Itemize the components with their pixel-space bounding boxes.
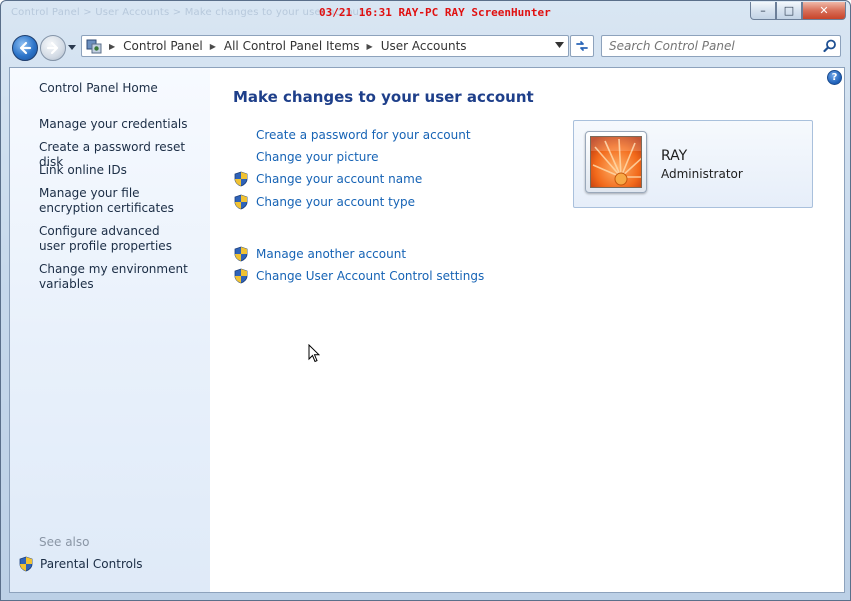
account-name: RAY: [661, 148, 688, 164]
help-button[interactable]: ?: [827, 70, 842, 85]
sidebar: Control Panel Home Manage your credentia…: [10, 68, 210, 592]
task-link-label[interactable]: Change your picture: [256, 150, 378, 164]
cursor-icon: [308, 344, 320, 363]
search-input[interactable]: [602, 36, 818, 56]
breadcrumb-separator-icon[interactable]: ▶: [210, 42, 216, 51]
window-frame: Control Panel > User Accounts > Make cha…: [0, 0, 851, 601]
sidebar-item-profile-properties[interactable]: Configure advanced user profile properti…: [39, 224, 189, 254]
back-arrow-icon: [19, 41, 32, 55]
sidebar-item-link-online-ids[interactable]: Link online IDs: [39, 163, 127, 178]
chevron-down-icon: [68, 45, 76, 50]
flower-picture-icon: [591, 137, 641, 187]
task-link-label[interactable]: Change your account type: [256, 195, 415, 209]
sidebar-item-manage-credentials[interactable]: Manage your credentials: [39, 117, 188, 132]
help-icon: ?: [831, 72, 838, 83]
task-uac-settings[interactable]: Change User Account Control settings: [232, 267, 484, 285]
forward-button[interactable]: [40, 35, 66, 61]
account-card: RAY Administrator: [573, 120, 813, 208]
task-link-label[interactable]: Manage another account: [256, 247, 406, 261]
uac-shield-icon: [234, 171, 248, 187]
recent-pages-dropdown[interactable]: [67, 43, 77, 53]
breadcrumb-separator-icon: ▶: [109, 41, 116, 51]
uac-shield-icon: [234, 194, 248, 210]
task-change-picture[interactable]: Change your picture: [232, 148, 378, 166]
refresh-button[interactable]: [570, 35, 594, 57]
close-button[interactable]: ✕: [802, 2, 846, 20]
screenhunter-overlay: 03/21 16:31 RAY-PC RAY ScreenHunter: [319, 6, 551, 19]
client-area: Control Panel Home Manage your credentia…: [9, 67, 845, 593]
maximize-button[interactable]: □: [776, 2, 802, 20]
task-link-label[interactable]: Create a password for your account: [256, 128, 471, 142]
forward-arrow-icon: [46, 41, 59, 55]
breadcrumb-user-accounts[interactable]: User Accounts: [381, 39, 467, 53]
navigation-bar: ▶ Control Panel ▶ All Control Panel Item…: [1, 31, 851, 63]
avatar[interactable]: [585, 131, 647, 193]
minimize-icon: –: [760, 4, 766, 17]
account-type: Administrator: [661, 167, 743, 181]
address-dropdown-icon[interactable]: [555, 42, 564, 49]
account-picture: [590, 136, 642, 188]
uac-shield-icon: [234, 268, 248, 284]
uac-shield-icon: [234, 246, 248, 262]
task-change-account-type[interactable]: Change your account type: [232, 193, 415, 211]
page-title: Make changes to your user account: [233, 88, 534, 106]
sidebar-item-parental-controls[interactable]: Parental Controls: [18, 556, 143, 572]
minimize-button[interactable]: –: [750, 2, 776, 20]
uac-shield-icon: [19, 556, 33, 572]
breadcrumb-all-items[interactable]: All Control Panel Items: [224, 39, 360, 53]
caption-buttons: – □ ✕: [750, 2, 846, 20]
back-button[interactable]: [12, 35, 38, 61]
title-bar[interactable]: Control Panel > User Accounts > Make cha…: [1, 1, 851, 27]
task-manage-another-account[interactable]: Manage another account: [232, 245, 406, 263]
window-title: Control Panel > User Accounts > Make cha…: [11, 7, 370, 18]
search-icon[interactable]: [823, 39, 837, 53]
breadcrumb-control-panel[interactable]: Control Panel: [123, 39, 203, 53]
sidebar-item-file-encryption[interactable]: Manage your file encryption certificates: [39, 186, 204, 216]
see-also-label: See also: [39, 535, 90, 549]
task-link-label[interactable]: Change your account name: [256, 172, 422, 186]
close-icon: ✕: [819, 4, 829, 17]
task-change-account-name[interactable]: Change your account name: [232, 170, 422, 188]
control-panel-icon: [86, 39, 102, 54]
search-box[interactable]: [601, 35, 841, 57]
sidebar-item-control-panel-home[interactable]: Control Panel Home: [39, 81, 158, 96]
refresh-icon: [576, 41, 588, 51]
sidebar-item-environment-variables[interactable]: Change my environment variables: [39, 262, 189, 292]
maximize-icon: □: [783, 4, 795, 17]
task-create-password[interactable]: Create a password for your account: [232, 126, 471, 144]
address-bar[interactable]: ▶ Control Panel ▶ All Control Panel Item…: [81, 35, 569, 57]
breadcrumb-separator-icon[interactable]: ▶: [367, 42, 373, 51]
parental-controls-label: Parental Controls: [40, 557, 143, 571]
task-link-label[interactable]: Change User Account Control settings: [256, 269, 484, 283]
